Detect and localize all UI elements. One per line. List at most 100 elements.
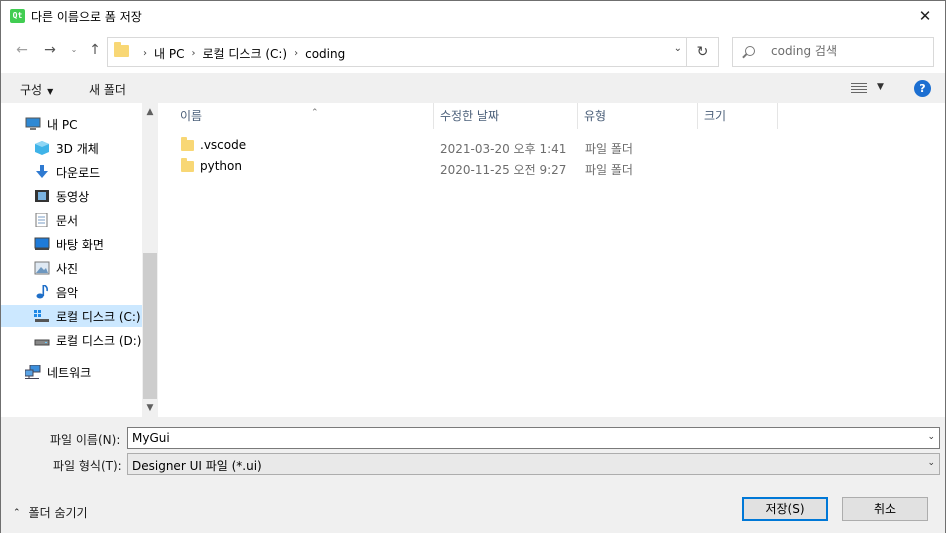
sidebar-item-desktop[interactable]: 바탕 화면 — [1, 233, 142, 255]
chevron-right-icon[interactable]: › — [191, 48, 195, 59]
desktop-icon — [34, 237, 50, 251]
folder-icon — [181, 136, 194, 151]
column-header-name[interactable]: 이름 ⌃ — [174, 103, 434, 129]
sidebar-item-network[interactable]: 네트워크 — [1, 361, 142, 383]
breadcrumb-item-coding[interactable]: coding — [305, 47, 345, 61]
pictures-icon — [34, 261, 50, 275]
file-date: 2021-03-20 오후 1:41 — [440, 142, 567, 156]
sidebar-item-drive-d[interactable]: 로컬 디스크 (D:) — [1, 329, 142, 351]
filetype-value: Designer UI 파일 (*.ui) — [132, 459, 262, 473]
chevron-down-icon[interactable]: ⌄ — [674, 43, 682, 54]
file-date: 2020-11-25 오전 9:27 — [440, 163, 567, 177]
sidebar-item-label: 로컬 디스크 (C:) — [56, 309, 141, 324]
network-icon — [24, 364, 41, 379]
column-header-type[interactable]: 유형 — [578, 103, 698, 129]
drive-c-icon — [34, 309, 50, 323]
file-type: 파일 폴더 — [585, 163, 633, 177]
sidebar-item-label: 내 PC — [47, 117, 78, 132]
sort-ascending-icon: ⌃ — [311, 108, 319, 118]
download-icon — [34, 165, 50, 179]
video-icon — [34, 189, 50, 203]
column-header-size[interactable]: 크기 — [698, 103, 778, 129]
qt-app-icon: Qt — [10, 9, 25, 23]
filename-field[interactable]: MyGui ⌄ — [127, 427, 940, 449]
column-header-label: 이름 — [180, 109, 203, 123]
sidebar-item-music[interactable]: 음악 — [1, 281, 142, 303]
file-name: python — [200, 159, 242, 173]
scrollbar-thumb[interactable] — [143, 253, 157, 399]
breadcrumb-item-this-pc[interactable]: 내 PC — [154, 45, 184, 62]
search-input[interactable] — [771, 44, 921, 58]
navigation-pane: 내 PC 3D 개체 다운로드 동영상 문서 바탕 화면 사진 음악 로컬 디스… — [1, 103, 158, 417]
filetype-select[interactable]: Designer UI 파일 (*.ui) ⌄ — [127, 453, 940, 475]
refresh-button[interactable]: ↻ — [686, 38, 718, 66]
sidebar-item-pictures[interactable]: 사진 — [1, 257, 142, 279]
sidebar-item-drive-c[interactable]: 로컬 디스크 (C:) — [1, 305, 142, 327]
filename-value: MyGui — [132, 431, 170, 445]
sidebar-item-label: 네트워크 — [47, 365, 92, 380]
recent-locations-button[interactable]: ⌄ — [65, 41, 83, 59]
save-button[interactable]: 저장(S) — [742, 497, 828, 521]
chevron-right-icon: › — [143, 48, 147, 59]
filename-label: 파일 이름(N): — [50, 433, 121, 447]
address-bar[interactable]: › 내 PC › 로컬 디스크 (C:) › coding ⌄ ↻ — [107, 37, 719, 67]
file-type: 파일 폴더 — [585, 142, 633, 156]
sidebar-item-label: 다운로드 — [56, 165, 101, 180]
window-title: 다른 이름으로 폼 저장 — [31, 10, 142, 24]
file-name-cell: python — [181, 157, 242, 173]
file-name-cell: .vscode — [181, 136, 247, 152]
file-row[interactable]: python 2020-11-25 오전 9:27 파일 폴더 — [161, 157, 945, 178]
3d-objects-icon — [34, 141, 50, 155]
new-folder-button[interactable]: 새 폴더 — [89, 81, 126, 98]
drive-d-icon — [34, 333, 50, 347]
sidebar-item-label: 로컬 디스크 (D:) — [56, 333, 142, 348]
caret-down-icon[interactable]: ▼ — [877, 82, 884, 92]
sidebar-item-this-pc[interactable]: 내 PC — [1, 113, 142, 135]
caret-down-icon: ▼ — [47, 87, 54, 96]
chevron-right-icon[interactable]: › — [294, 48, 298, 59]
sidebar-item-label: 사진 — [56, 261, 79, 276]
sidebar-item-videos[interactable]: 동영상 — [1, 185, 142, 207]
breadcrumb-item-drive-c[interactable]: 로컬 디스크 (C:) — [202, 45, 287, 62]
sidebar-item-label: 문서 — [56, 213, 79, 228]
folder-icon — [181, 157, 194, 172]
scroll-down-icon[interactable]: ▼ — [142, 403, 158, 413]
hide-folders-label: 폴더 숨기기 — [28, 506, 88, 520]
save-options-panel: 파일 이름(N): MyGui ⌄ 파일 형식(T): Designer UI … — [1, 417, 945, 533]
organize-label: 구성 — [20, 83, 43, 97]
file-list: 이름 ⌃ 수정한 날짜 유형 크기 .vscode 2021-03-20 오후 … — [161, 103, 945, 417]
save-as-dialog: Qt 다른 이름으로 폼 저장 ✕ ← → ⌄ ↑ › 내 PC › 로컬 디스… — [0, 0, 946, 533]
file-name: .vscode — [200, 138, 247, 152]
up-button[interactable]: ↑ — [86, 41, 104, 59]
computer-icon — [25, 117, 41, 131]
chevron-down-icon: ⌄ — [927, 458, 935, 468]
search-icon — [745, 46, 755, 56]
music-icon — [34, 284, 50, 299]
sidebar-item-label: 3D 개체 — [56, 141, 99, 156]
document-icon — [34, 212, 50, 228]
organize-button[interactable]: 구성 ▼ — [20, 81, 53, 98]
view-options-icon[interactable] — [851, 83, 867, 94]
chevron-up-icon: ⌃ — [13, 507, 21, 518]
navigation-bar: ← → ⌄ ↑ › 내 PC › 로컬 디스크 (C:) › coding ⌄ … — [1, 31, 945, 71]
column-header-date[interactable]: 수정한 날짜 — [434, 103, 578, 129]
sidebar-item-label: 바탕 화면 — [56, 237, 104, 252]
back-button[interactable]: ← — [13, 41, 31, 59]
sidebar-item-downloads[interactable]: 다운로드 — [1, 161, 142, 183]
sidebar-scrollbar[interactable]: ▲ ▼ — [142, 103, 158, 417]
command-bar: 구성 ▼ 새 폴더 ▼ ? — [1, 73, 945, 103]
chevron-down-icon[interactable]: ⌄ — [927, 432, 935, 442]
hide-folders-toggle[interactable]: ⌃ 폴더 숨기기 — [13, 504, 88, 521]
cancel-button[interactable]: 취소 — [842, 497, 928, 521]
scroll-up-icon[interactable]: ▲ — [142, 107, 158, 117]
help-icon[interactable]: ? — [914, 80, 931, 97]
sidebar-item-label: 동영상 — [56, 189, 90, 204]
close-button[interactable]: ✕ — [905, 1, 945, 31]
file-row[interactable]: .vscode 2021-03-20 오후 1:41 파일 폴더 — [161, 136, 945, 157]
sidebar-item-documents[interactable]: 문서 — [1, 209, 142, 231]
sidebar-item-3d-objects[interactable]: 3D 개체 — [1, 137, 142, 159]
forward-button[interactable]: → — [41, 41, 59, 59]
title-bar: Qt 다른 이름으로 폼 저장 ✕ — [1, 1, 945, 31]
folder-icon — [114, 42, 129, 57]
search-box[interactable] — [732, 37, 934, 67]
